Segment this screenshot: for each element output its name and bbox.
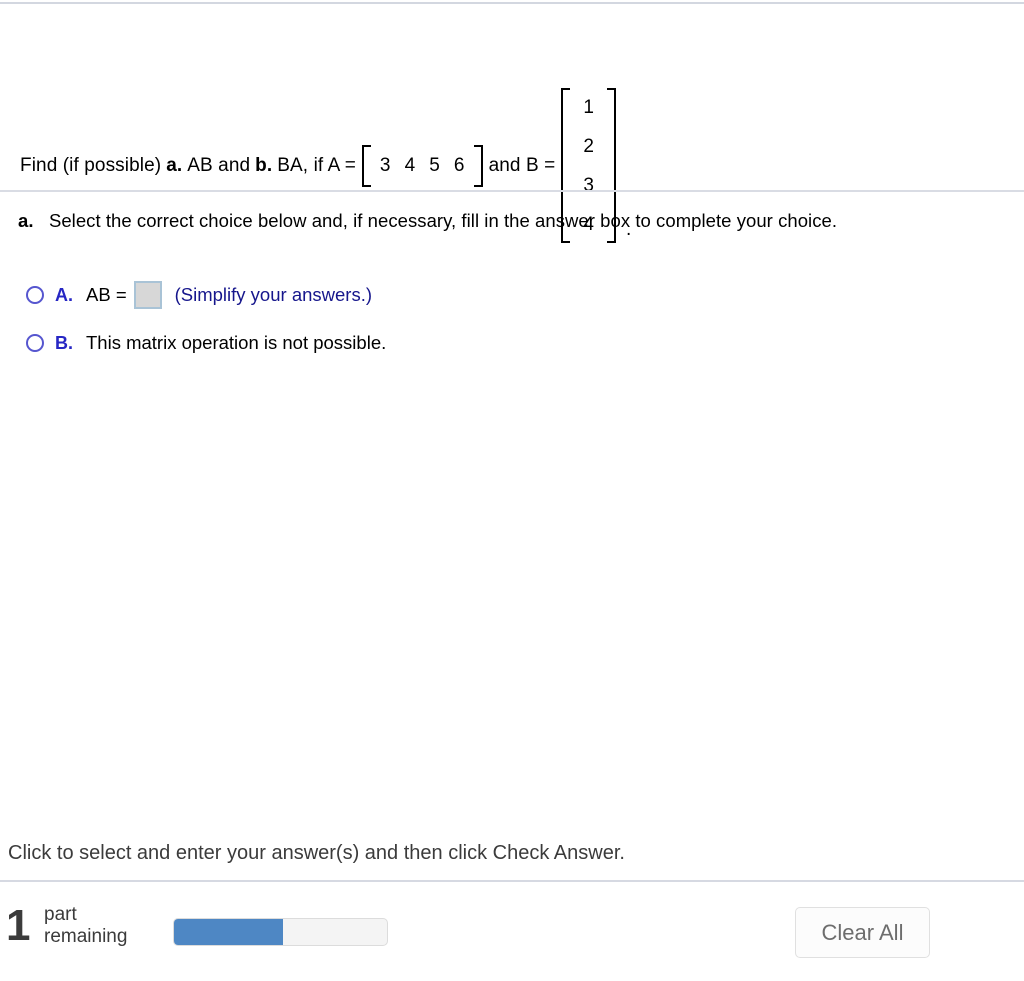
choice-b-text: This matrix operation is not possible. [86, 332, 387, 353]
matrix-a-right-bracket [473, 144, 483, 187]
matrix-b-cell: 2 [583, 135, 594, 157]
choice-list: A. AB = (Simplify your answers.) B. This… [0, 278, 1024, 374]
choice-a-prefix: AB = [86, 284, 127, 305]
footer-divider [0, 880, 1024, 882]
matrix-a-cell: 6 [453, 154, 465, 176]
matrix-a-cell: 5 [429, 154, 440, 176]
choice-letter-b: B. [55, 332, 73, 353]
question-prefix: Find (if possible) [20, 154, 162, 176]
question-part-b-label: b. [255, 154, 273, 176]
question-connector: and B = [488, 154, 556, 176]
progress-bar [173, 918, 388, 946]
parts-label-line2: remaining [44, 926, 128, 947]
parts-label-line1: part [44, 904, 77, 925]
question-part-a-label: a. [166, 154, 183, 176]
answer-part-label: a. [18, 210, 34, 231]
top-divider [0, 2, 1024, 4]
clear-all-label: Clear All [821, 919, 904, 945]
choice-option-b[interactable]: B. This matrix operation is not possible… [0, 326, 1024, 360]
choice-letter-a: A. [55, 284, 73, 305]
answer-input-a[interactable] [133, 281, 162, 309]
parts-remaining-count: 1 [6, 901, 31, 950]
progress-bar-fill [174, 919, 283, 945]
answer-prompt-text: Select the correct choice below and, if … [48, 210, 838, 231]
stem-divider [0, 190, 1024, 192]
question-part-a-expr: AB and [187, 154, 251, 176]
choice-option-a[interactable]: A. AB = (Simplify your answers.) [0, 278, 1024, 312]
matrix-a-cell: 3 [379, 154, 391, 176]
parts-remaining-label: part remaining [44, 904, 127, 948]
matrix-a: 3 4 5 6 [361, 144, 483, 187]
radio-button-b[interactable] [26, 334, 44, 352]
matrix-b-cell: 1 [583, 96, 594, 118]
matrix-a-left-bracket [361, 144, 371, 187]
matrix-a-cell: 4 [404, 154, 416, 176]
answer-prompt: a. Select the correct choice below and, … [18, 210, 837, 232]
matrix-a-values: 3 4 5 6 [371, 145, 474, 187]
choice-a-hint: (Simplify your answers.) [174, 284, 373, 305]
clear-all-button[interactable]: Clear All [795, 907, 930, 958]
radio-button-a[interactable] [26, 286, 44, 304]
question-part-b-expr: BA, if A = [277, 154, 356, 176]
footer-instruction: Click to select and enter your answer(s)… [8, 842, 625, 864]
question-stem: Find (if possible) a. AB and b. BA, if A… [0, 20, 1024, 243]
